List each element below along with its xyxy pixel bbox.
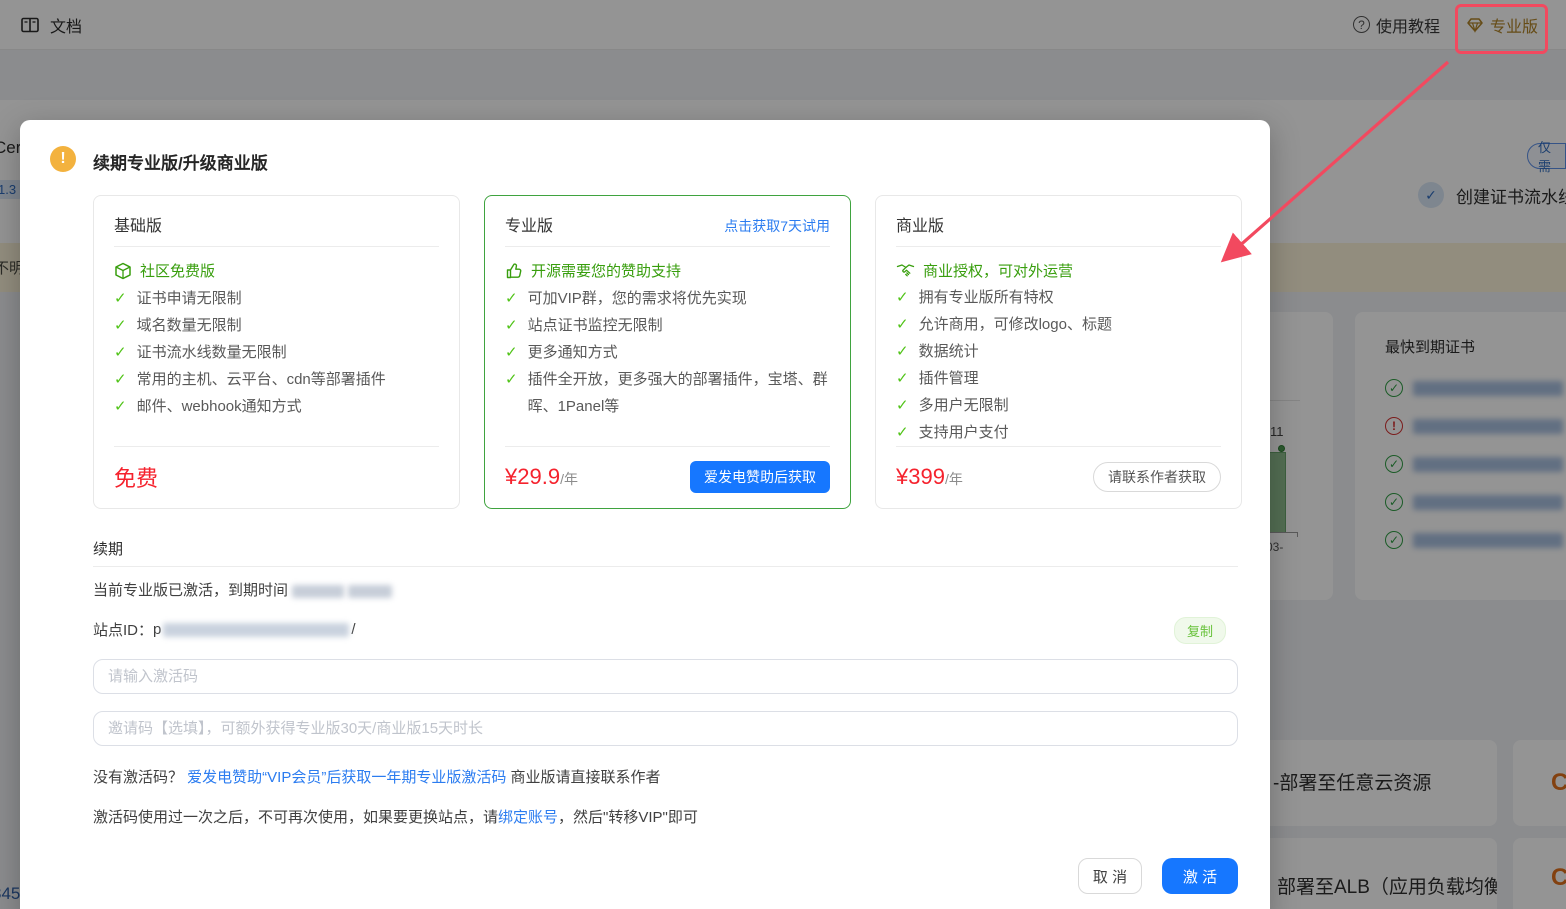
plan-feature-item: ✓ 多用户无限制 <box>896 392 1221 419</box>
plan-feature-item: ✓ 常用的主机、云平台、cdn等部署插件 <box>114 366 439 393</box>
plan-card-basic: 基础版 社区免费版 ✓ 证书申请无限制 ✓ 域名数量无限制 ✓ 证书流水线数量无限制 ✓ 常用… <box>93 195 460 509</box>
plan-feature-list: ✓ 拥有专业版所有特权 ✓ 允许商用，可修改logo、标题 ✓ 数据统计 ✓ 插件管理 ✓ 多用户… <box>896 284 1221 446</box>
plan-headline: 商业授权，可对外运营 <box>896 257 1221 283</box>
plan-name: 专业版 <box>505 218 554 235</box>
contact-author-button[interactable]: 请联系作者获取 <box>1093 461 1221 492</box>
help-line-2: 激活码使用过一次之后，不可再次使用，如果要更换站点，请绑定账号，然后"转移VIP… <box>93 809 698 826</box>
plan-feature-item: ✓ 站点证书监控无限制 <box>505 312 830 339</box>
plan-feature-item: ✓ 更多通知方式 <box>505 339 830 366</box>
plan-price-suffix: /年 <box>944 470 963 487</box>
sponsor-link[interactable]: 爱发电赞助“VIP会员”后获取一年期专业版激活码 <box>187 769 506 786</box>
plan-feature-item: ✓ 域名数量无限制 <box>114 312 439 339</box>
plan-feature-item: ✓ 证书流水线数量无限制 <box>114 339 439 366</box>
check-icon: ✓ <box>114 317 127 334</box>
activation-code-input[interactable] <box>93 659 1238 694</box>
divider <box>93 566 1238 567</box>
blurred-site-id <box>163 622 350 637</box>
site-id-row: 站点ID： p / <box>93 621 356 639</box>
thumbs-up-icon <box>506 262 522 278</box>
plan-feature-item: ✓ 支持用户支付 <box>896 419 1221 446</box>
plan-card-business: 商业版 商业授权，可对外运营 ✓ 拥有专业版所有特权 ✓ 允许商用，可修改logo、标… <box>875 195 1242 509</box>
check-icon: ✓ <box>896 370 909 387</box>
check-icon: ✓ <box>505 317 518 334</box>
check-icon: ✓ <box>505 371 518 388</box>
plan-feature-item: ✓ 插件管理 <box>896 365 1221 392</box>
plan-feature-item: ✓ 拥有专业版所有特权 <box>896 284 1221 311</box>
plan-headline: 社区免费版 <box>114 257 439 284</box>
plan-feature-item: ✓ 邮件、webhook通知方式 <box>114 393 439 420</box>
plan-card-pro: 专业版 点击获取7天试用 开源需要您的赞助支持 ✓ 可加VIP群，您的需求将优先实… <box>484 195 851 509</box>
upgrade-dialog: ! 续期专业版/升级商业版 基础版 社区免费版 ✓ 证书申请无限制 ✓ 域名数量无限制… <box>20 120 1270 909</box>
sponsor-get-button[interactable]: 爱发电赞助后获取 <box>690 460 830 493</box>
activation-status-text: 当前专业版已激活，到期时间 <box>93 579 393 600</box>
plan-feature-list: ✓ 证书申请无限制 ✓ 域名数量无限制 ✓ 证书流水线数量无限制 ✓ 常用的主机、云平台、cd… <box>114 285 439 420</box>
plan-feature-item: ✓ 证书申请无限制 <box>114 285 439 312</box>
check-icon: ✓ <box>114 398 127 415</box>
copy-button[interactable]: 复制 <box>1173 617 1226 644</box>
check-icon: ✓ <box>505 344 518 361</box>
cube-icon <box>115 262 131 279</box>
invite-code-input[interactable] <box>93 711 1238 746</box>
plan-feature-item: ✓ 可加VIP群，您的需求将优先实现 <box>505 285 830 312</box>
check-icon: ✓ <box>896 316 909 333</box>
check-icon: ✓ <box>896 289 909 306</box>
screen: 文档 ? 使用教程 专业版 Cer 1.3 仅需 ✓ 创建证书流水线 不明 11… <box>0 0 1566 909</box>
handshake-icon <box>896 264 915 277</box>
check-icon: ✓ <box>505 290 518 307</box>
plan-name: 商业版 <box>896 218 945 235</box>
cancel-button[interactable]: 取 消 <box>1078 858 1142 894</box>
plan-name: 基础版 <box>114 218 163 235</box>
warning-icon: ! <box>50 146 76 172</box>
renew-section-label: 续期 <box>93 541 124 558</box>
plan-feature-item: ✓ 插件全开放，更多强大的部署插件，宝塔、群晖、1Panel等 <box>505 366 830 420</box>
plan-cards: 基础版 社区免费版 ✓ 证书申请无限制 ✓ 域名数量无限制 ✓ 证书流水线数量无限制 ✓ 常用… <box>93 195 1260 509</box>
bind-account-link[interactable]: 绑定账号 <box>498 809 558 826</box>
plan-price: 免费 <box>114 465 159 491</box>
plan-feature-item: ✓ 允许商用，可修改logo、标题 <box>896 311 1221 338</box>
activate-button[interactable]: 激 活 <box>1162 858 1238 894</box>
check-icon: ✓ <box>114 344 127 361</box>
dialog-title: 续期专业版/升级商业版 <box>93 154 268 173</box>
check-icon: ✓ <box>114 371 127 388</box>
help-line-1: 没有激活码？ 爱发电赞助“VIP会员”后获取一年期专业版激活码 商业版请直接联系… <box>93 769 661 786</box>
trial-link[interactable]: 点击获取7天试用 <box>724 216 830 236</box>
plan-headline: 开源需要您的赞助支持 <box>505 257 830 284</box>
plan-price: ¥399 <box>896 463 945 489</box>
plan-feature-item: ✓ 数据统计 <box>896 338 1221 365</box>
plan-price: ¥29.9 <box>505 463 561 489</box>
blurred-date <box>292 584 345 598</box>
blurred-date <box>348 584 393 598</box>
check-icon: ✓ <box>114 290 127 307</box>
check-icon: ✓ <box>896 343 909 360</box>
plan-feature-list: ✓ 可加VIP群，您的需求将优先实现 ✓ 站点证书监控无限制 ✓ 更多通知方式 ✓ 插件全开放… <box>505 285 830 420</box>
check-icon: ✓ <box>896 424 909 441</box>
check-icon: ✓ <box>896 397 909 414</box>
plan-price-suffix: /年 <box>560 470 578 487</box>
